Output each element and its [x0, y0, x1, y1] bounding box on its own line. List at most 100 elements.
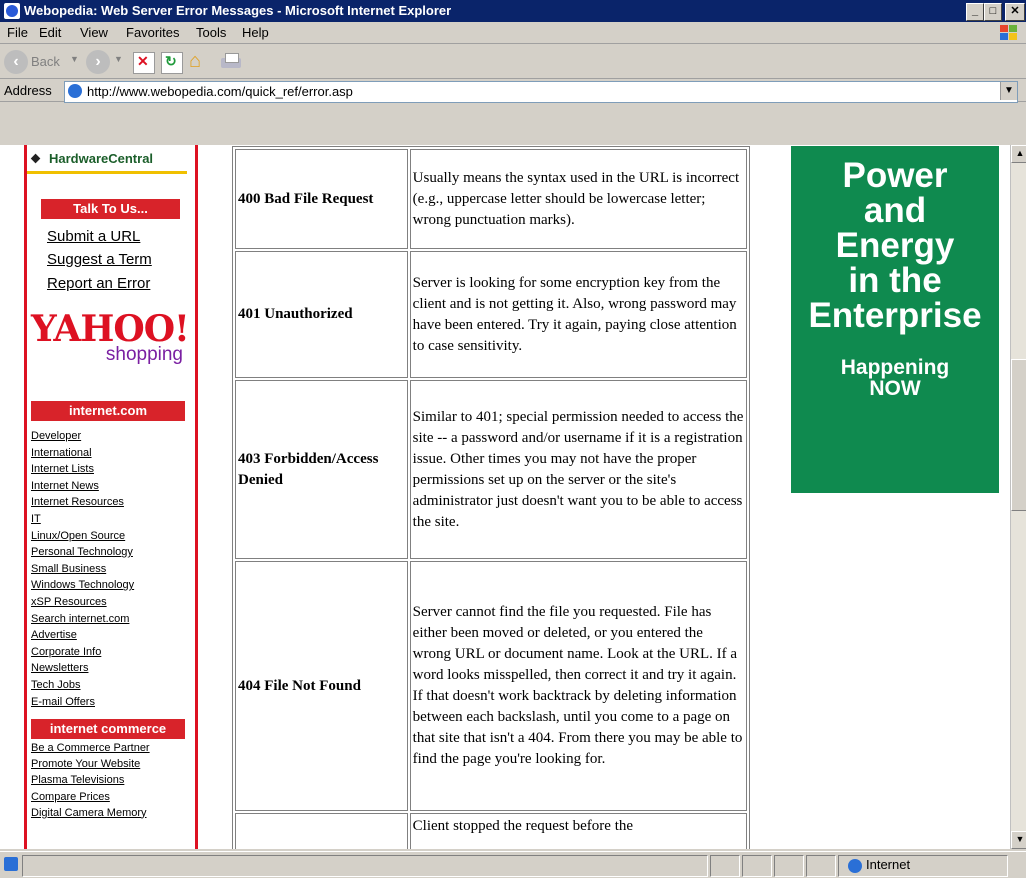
power-energy-ad-banner[interactable]: Power and Energy in the Enterprise Happe… — [791, 146, 999, 493]
internet-com-header: internet.com — [31, 401, 185, 421]
close-button[interactable]: ✕ — [1005, 3, 1025, 21]
internet-commerce-link[interactable]: Be a Commerce Partner — [31, 742, 150, 754]
title-bar: Webopedia: Web Server Error Messages - M… — [0, 0, 1026, 22]
menu-help[interactable]: Help — [242, 22, 269, 44]
internet-com-link[interactable]: E-mail Offers — [31, 696, 95, 708]
internet-com-link[interactable]: Linux/Open Source — [31, 530, 125, 542]
internet-commerce-link[interactable]: Plasma Televisions — [31, 774, 124, 786]
ad-subline: Happening — [840, 356, 950, 379]
scroll-thumb[interactable] — [1011, 359, 1026, 511]
internet-com-link[interactable]: Tech Jobs — [31, 679, 81, 691]
menu-edit[interactable]: Edit — [39, 22, 61, 44]
window-title: Webopedia: Web Server Error Messages - M… — [24, 3, 452, 18]
hardwarecentral-text: HardwareCentral — [49, 151, 154, 166]
suggest-term-link[interactable]: Suggest a Term — [47, 251, 152, 268]
back-button-label[interactable]: Back — [31, 54, 60, 69]
menu-tools[interactable]: Tools — [196, 22, 226, 44]
error-code-cell: 400 Bad File Request — [235, 149, 408, 249]
table-row: Client stopped the request before the — [235, 813, 747, 849]
page-icon — [68, 84, 82, 98]
address-label: Address — [4, 83, 52, 98]
back-dropdown-icon[interactable]: ▼ — [70, 54, 79, 64]
menu-bar: File Edit View Favorites Tools Help — [0, 22, 1026, 44]
scroll-up-arrow-icon[interactable]: ▲ — [1011, 145, 1026, 163]
internet-com-link[interactable]: IT — [31, 513, 41, 525]
forward-dropdown-icon[interactable]: ▼ — [114, 54, 123, 64]
internet-globe-icon — [848, 858, 862, 873]
error-messages-table: 400 Bad File Request Usually means the s… — [232, 146, 750, 849]
error-code-cell — [235, 813, 408, 849]
toolbar: ‹ Back ▼ › ▼ ✕ ↻ ⌂ — [0, 45, 1026, 79]
page-status-icon — [4, 857, 18, 871]
internet-commerce-link[interactable]: Digital Camera Memory — [31, 807, 147, 819]
internet-com-link[interactable]: Windows Technology — [31, 579, 134, 591]
error-description-cell: Client stopped the request before the — [409, 813, 747, 849]
ie-app-icon — [4, 3, 20, 19]
internet-com-link[interactable]: Advertise — [31, 629, 77, 641]
status-panel — [710, 855, 740, 877]
menu-view[interactable]: View — [80, 22, 108, 44]
internet-com-link[interactable]: xSP Resources — [31, 596, 107, 608]
hardwarecentral-eye-icon: ⬥ — [31, 150, 41, 165]
vertical-scrollbar[interactable]: ▲ ▼ — [1010, 145, 1026, 849]
internet-com-link[interactable]: Search internet.com — [31, 613, 129, 625]
error-description-cell: Usually means the syntax used in the URL… — [409, 149, 747, 249]
error-description-cell: Similar to 401; special permission neede… — [409, 380, 747, 559]
ad-headline-line: and — [863, 191, 927, 230]
ad-headline-line: in the — [848, 261, 942, 300]
address-dropdown-icon[interactable]: ▼ — [1000, 82, 1017, 100]
internet-com-link[interactable]: Internet Lists — [31, 463, 94, 475]
table-row: 400 Bad File Request Usually means the s… — [235, 149, 747, 249]
error-code-cell: 404 File Not Found — [235, 561, 408, 811]
report-error-link[interactable]: Report an Error — [47, 275, 150, 292]
internet-com-link[interactable]: International — [31, 447, 92, 459]
ad-headline-line: Enterprise — [808, 296, 982, 335]
address-bar: Address http://www.webopedia.com/quick_r… — [0, 80, 1026, 103]
address-url[interactable]: http://www.webopedia.com/quick_ref/error… — [87, 84, 353, 99]
page-content: ⬥ HardwareCentral Talk To Us... Submit a… — [0, 145, 1010, 849]
table-row: 403 Forbidden/Access Denied Similar to 4… — [235, 380, 747, 559]
internet-com-link[interactable]: Internet Resources — [31, 496, 124, 508]
internet-com-link[interactable]: Newsletters — [31, 662, 88, 674]
table-row: 404 File Not Found Server cannot find th… — [235, 561, 747, 811]
internet-commerce-header: internet commerce — [31, 719, 185, 739]
status-text-panel — [22, 855, 708, 877]
status-panel — [742, 855, 772, 877]
submit-url-link[interactable]: Submit a URL — [47, 228, 140, 245]
sidebar: ⬥ HardwareCentral Talk To Us... Submit a… — [24, 145, 198, 849]
maximize-button[interactable]: □ — [984, 3, 1002, 21]
refresh-icon[interactable]: ↻ — [161, 52, 183, 74]
yahoo-shopping-logo[interactable]: YAHOO! shopping — [31, 308, 190, 366]
zone-label: Internet — [866, 857, 911, 872]
yahoo-shopping-text: shopping — [105, 344, 183, 365]
address-input[interactable]: http://www.webopedia.com/quick_ref/error… — [64, 81, 1018, 103]
ad-subline: NOW — [869, 377, 921, 400]
internet-com-link[interactable]: Corporate Info — [31, 646, 101, 658]
home-icon[interactable]: ⌂ — [189, 50, 209, 72]
windows-logo-icon — [1000, 25, 1018, 41]
status-panel — [774, 855, 804, 877]
internet-com-link[interactable]: Developer — [31, 430, 81, 442]
internet-com-link[interactable]: Personal Technology — [31, 546, 133, 558]
ad-headline-line: Energy — [835, 226, 955, 265]
ad-headline-line: Power — [842, 156, 948, 195]
internet-com-link[interactable]: Internet News — [31, 480, 99, 492]
error-description-cell: Server is looking for some encryption ke… — [409, 251, 747, 378]
security-zone: Internet — [848, 857, 910, 873]
hardwarecentral-logo[interactable]: ⬥ HardwareCentral — [27, 147, 187, 174]
status-bar: Internet — [0, 851, 1026, 878]
internet-commerce-link[interactable]: Compare Prices — [31, 791, 110, 803]
menu-file[interactable]: File — [7, 22, 28, 44]
minimize-button[interactable]: _ — [966, 3, 984, 21]
forward-arrow-icon[interactable]: › — [86, 50, 110, 74]
stop-icon[interactable]: ✕ — [133, 52, 155, 74]
internet-com-link[interactable]: Small Business — [31, 563, 106, 575]
talk-to-us-header: Talk To Us... — [41, 199, 180, 219]
back-arrow-icon[interactable]: ‹ — [4, 50, 28, 74]
menu-favorites[interactable]: Favorites — [126, 22, 179, 44]
error-code-cell: 403 Forbidden/Access Denied — [235, 380, 408, 559]
table-row: 401 Unauthorized Server is looking for s… — [235, 251, 747, 378]
print-icon[interactable] — [219, 52, 243, 72]
internet-commerce-link[interactable]: Promote Your Website — [31, 758, 140, 770]
scroll-down-arrow-icon[interactable]: ▼ — [1011, 831, 1026, 849]
